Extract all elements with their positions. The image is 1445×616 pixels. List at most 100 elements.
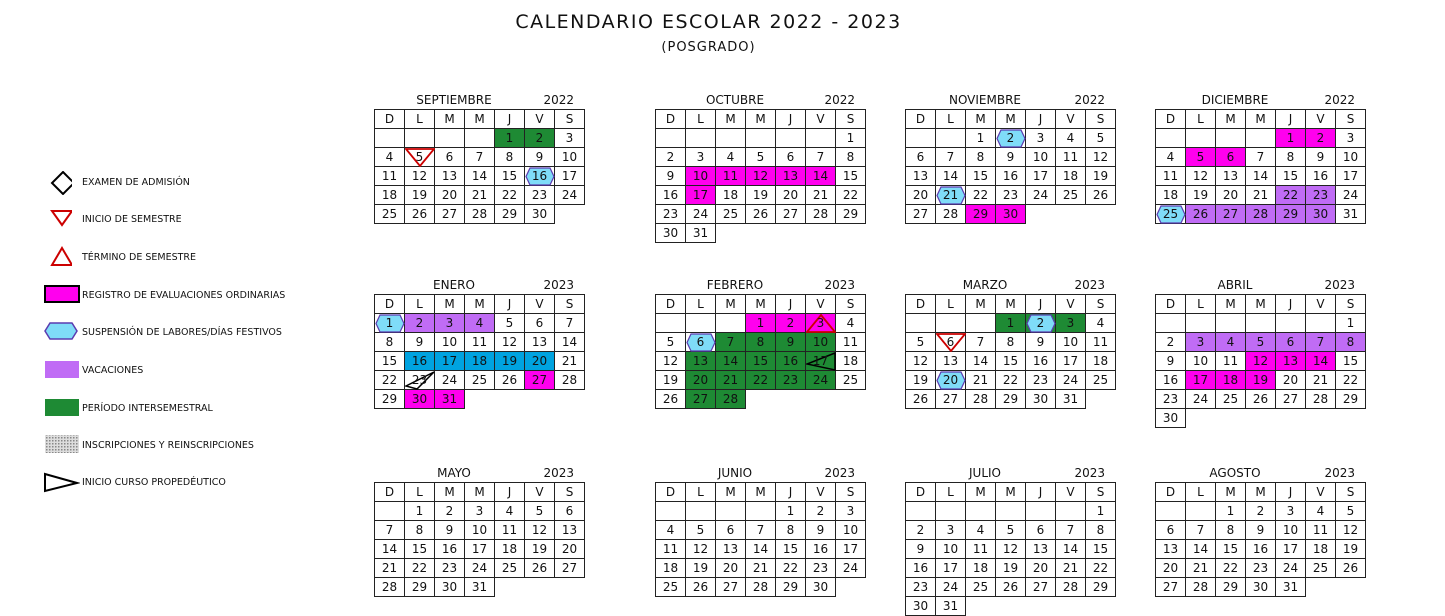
month-name: ABRIL — [1217, 278, 1253, 292]
day-cell-empty — [716, 224, 746, 243]
day-cell: 1 — [1335, 313, 1366, 333]
day-cell: 5 — [1185, 147, 1216, 167]
month-calendar: OCTUBRE 2022 D L M M J V S 1 2 3 4 5 6 7 8 9 10 11 12 13 14 15 1… — [655, 91, 871, 243]
day-cell: 13 — [434, 166, 465, 186]
day-cell: 16 — [905, 558, 936, 578]
day-number: 14 — [752, 542, 769, 556]
weekday-header: M — [1245, 294, 1276, 314]
day-number: 13 — [531, 335, 548, 349]
day-number: 5 — [916, 335, 925, 349]
day-number: 28 — [381, 580, 398, 594]
day-cell: 11 — [655, 539, 686, 559]
day-cell-empty — [1056, 597, 1086, 616]
weekday-header: D — [655, 294, 686, 314]
day-number: 19 — [501, 354, 518, 368]
day-number: 5 — [505, 316, 514, 330]
day-cell: 15 — [1215, 539, 1246, 559]
day-number: 14 — [722, 354, 739, 368]
day-cell: 22 — [1085, 558, 1116, 578]
day-number: 12 — [411, 169, 428, 183]
day-cell: 11 — [1155, 166, 1186, 186]
day-cell: 4 — [655, 520, 686, 540]
weekday-header: L — [685, 294, 716, 314]
day-number: 25 — [1062, 188, 1079, 202]
day-number: 14 — [561, 335, 578, 349]
day-cell: 13 — [715, 539, 746, 559]
month-grid: D L M M J V S 1 2 3 4 5 6 7 8 9 10 11 12 13 14 15 16 17 18 19 20 21… — [374, 109, 585, 224]
day-cell: 27 — [1025, 577, 1056, 597]
day-cell: 13 — [775, 166, 806, 186]
day-number: 7 — [1066, 523, 1075, 537]
day-cell-blank — [745, 128, 776, 148]
day-cell: 3 — [835, 501, 866, 521]
day-number: 24 — [1032, 188, 1049, 202]
day-cell: 6 — [1215, 147, 1246, 167]
month-year: 2022 — [1324, 93, 1355, 107]
month-grid: D L M M J V S 1 2 3 4 5 6 7 8 9 10 11 12 13 14 15 16 17 18 19 20 21… — [374, 482, 585, 597]
weekday-header: S — [1085, 482, 1116, 502]
weekday-header: D — [374, 482, 405, 502]
day-cell: 24 — [464, 558, 495, 578]
day-cell: 20 — [905, 185, 936, 205]
day-cell: 18 — [1085, 351, 1116, 371]
day-cell: 4 — [464, 313, 495, 333]
day-cell: 30 — [434, 577, 465, 597]
day-cell: 18 — [374, 185, 405, 205]
day-cell: 19 — [745, 185, 776, 205]
weekday-header: S — [1335, 482, 1366, 502]
day-cell: 20 — [775, 185, 806, 205]
day-cell: 9 — [1305, 147, 1336, 167]
weekday-header: V — [1305, 294, 1336, 314]
day-number: 14 — [471, 169, 488, 183]
day-cell: 20 — [1215, 185, 1246, 205]
day-cell: 25 — [1085, 370, 1116, 390]
day-number: 18 — [381, 188, 398, 202]
day-cell: 31 — [685, 223, 716, 243]
day-cell: 26 — [1085, 185, 1116, 205]
day-cell: 8 — [1215, 520, 1246, 540]
day-number: 17 — [1342, 169, 1359, 183]
day-cell: 27 — [1155, 577, 1186, 597]
legend-label: INICIO DE SEMESTRE — [82, 214, 182, 225]
day-cell-blank — [965, 501, 996, 521]
weekday-header: D — [905, 482, 936, 502]
month-header: JULIO 2023 — [905, 464, 1121, 482]
hexagon-icon — [44, 322, 78, 340]
weekday-header: L — [404, 109, 435, 129]
day-number: 1 — [415, 504, 424, 518]
day-number: 24 — [812, 373, 829, 387]
day-cell-blank — [1215, 313, 1246, 333]
weekday-header: V — [1055, 294, 1086, 314]
day-cell: 30 — [404, 389, 435, 409]
day-cell: 22 — [374, 370, 405, 390]
day-cell-blank — [935, 128, 966, 148]
weekday-header: M — [745, 109, 776, 129]
day-cell: 19 — [524, 539, 555, 559]
day-cell-empty — [1056, 205, 1086, 224]
day-cell-blank — [1275, 313, 1306, 333]
weekday-header: J — [1275, 109, 1306, 129]
weekday-header: M — [715, 109, 746, 129]
day-cell: 4 — [1055, 128, 1086, 148]
day-cell: 11 — [965, 539, 996, 559]
day-number: 8 — [385, 335, 394, 349]
weekday-header: L — [935, 482, 966, 502]
day-number: 13 — [722, 542, 739, 556]
day-number: 13 — [782, 169, 799, 183]
day-cell: 23 — [995, 185, 1026, 205]
day-number: 19 — [1252, 373, 1269, 387]
day-number: 31 — [441, 392, 458, 406]
day-cell-blank — [655, 501, 686, 521]
day-cell: 18 — [715, 185, 746, 205]
month-name: DICIEMBRE — [1201, 93, 1269, 107]
day-number: 5 — [756, 150, 765, 164]
day-cell: 5 — [494, 313, 525, 333]
day-cell-blank — [965, 313, 996, 333]
day-cell: 11 — [835, 332, 866, 352]
day-number: 15 — [1342, 354, 1359, 368]
day-cell: 11 — [1215, 351, 1246, 371]
triangle-up-icon — [50, 246, 72, 266]
day-cell: 27 — [685, 389, 716, 409]
day-cell: 24 — [1275, 558, 1306, 578]
day-cell: 9 — [524, 147, 555, 167]
